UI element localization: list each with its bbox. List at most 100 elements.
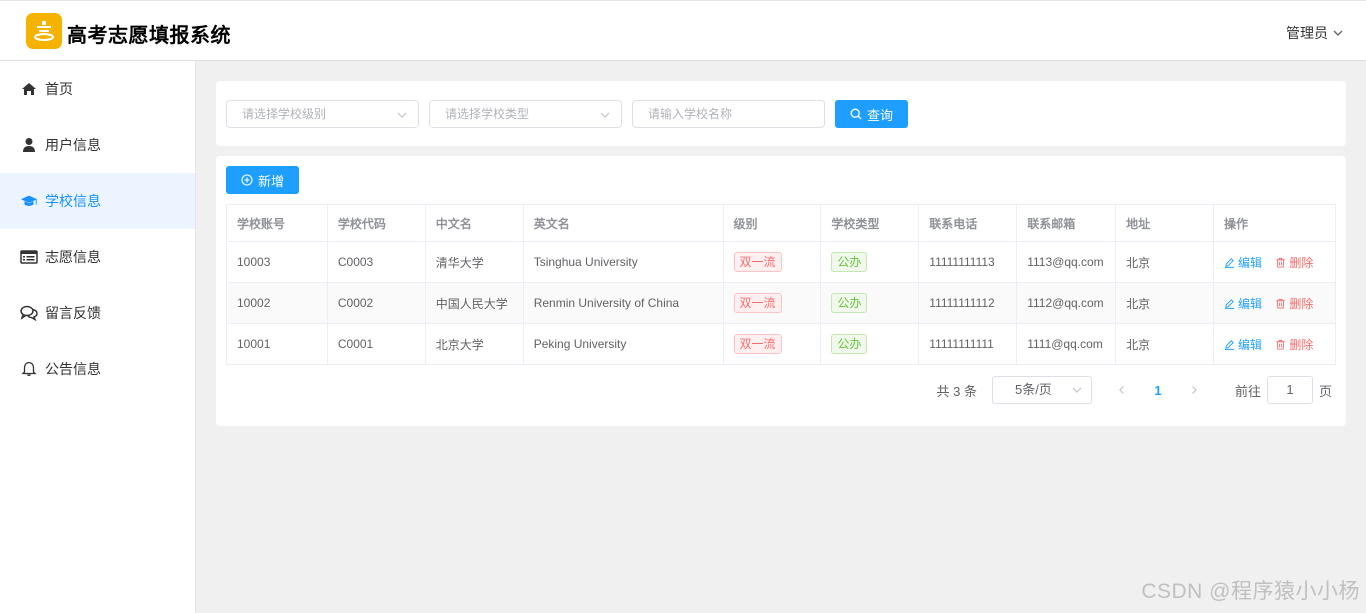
logo-icon	[34, 21, 54, 41]
column-header: 操作	[1212, 204, 1337, 242]
search-icon	[850, 108, 862, 120]
cell-type: 公办	[820, 323, 920, 365]
table-row: 10003 C0003 清华大学 Tsinghua University 双一流…	[226, 241, 1337, 283]
table-row: 10001 C0001 北京大学 Peking University 双一流 公…	[226, 323, 1337, 365]
column-header: 地址	[1115, 204, 1214, 242]
user-menu[interactable]: 管理员	[1286, 23, 1344, 43]
edit-label: 编辑	[1237, 296, 1262, 311]
page-size-value: 5条/页	[1014, 382, 1052, 397]
sidebar-item-home[interactable]: 首页	[0, 61, 195, 117]
edit-icon	[1224, 339, 1235, 350]
edit-label: 编辑	[1237, 255, 1262, 270]
add-button[interactable]: 新增	[226, 166, 299, 194]
app-title: 高考志愿填报系统	[67, 25, 231, 47]
trash-icon	[1276, 339, 1285, 350]
column-header: 级别	[722, 204, 822, 242]
cell-type: 公办	[820, 241, 920, 283]
plus-circle-icon	[241, 174, 253, 186]
edit-button[interactable]: 编辑	[1224, 336, 1262, 353]
cell-cn-name: 清华大学	[424, 241, 524, 283]
cell-en-name: Renmin University of China	[522, 282, 724, 324]
page-number-current[interactable]: 1	[1143, 383, 1173, 398]
search-button[interactable]: 查询	[835, 100, 908, 128]
user-icon	[20, 136, 38, 154]
select-placeholder: 请选择学校类型	[445, 107, 530, 121]
sidebar-item-feedback[interactable]: 留言反馈	[0, 285, 195, 341]
delete-label: 删除	[1289, 255, 1314, 270]
goto-prefix: 前往	[1234, 383, 1261, 399]
cell-email: 1111@qq.com	[1016, 323, 1117, 365]
cell-code: C0001	[326, 323, 426, 365]
sidebar-item-label: 志愿信息	[45, 249, 101, 265]
cell-cn-name: 北京大学	[424, 323, 524, 365]
cell-level: 双一流	[722, 241, 822, 283]
sidebar-item-schools[interactable]: 学校信息	[0, 173, 195, 229]
cell-actions: 编辑 删除	[1212, 323, 1337, 365]
column-header: 学校类型	[820, 204, 920, 242]
school-type-select[interactable]: 请选择学校类型	[429, 100, 622, 128]
user-name: 管理员	[1286, 25, 1328, 41]
pagination: 共 3 条 5条/页 1 前往 1 页	[936, 376, 1332, 404]
type-tag: 公办	[831, 293, 868, 313]
add-button-label: 新增	[257, 173, 284, 189]
cell-actions: 编辑 删除	[1212, 241, 1337, 283]
graduation-cap-icon	[20, 192, 38, 210]
school-name-input[interactable]: 请输入学校名称	[632, 100, 825, 128]
cell-address: 北京	[1115, 241, 1214, 283]
table-header-row: 学校账号 学校代码 中文名 英文名 级别 学校类型 联系电话 联系邮箱 地址 操…	[226, 204, 1337, 242]
level-tag: 双一流	[733, 293, 782, 313]
cell-code: C0003	[326, 241, 426, 283]
sidebar-item-label: 学校信息	[45, 193, 101, 209]
trash-icon	[1276, 257, 1285, 268]
column-header: 学校代码	[326, 204, 426, 242]
chevron-left-icon	[1119, 386, 1124, 394]
cell-address: 北京	[1115, 282, 1214, 324]
page-size-select[interactable]: 5条/页	[991, 376, 1092, 404]
chevron-down-icon	[600, 112, 610, 118]
chevron-down-icon	[397, 112, 407, 118]
chevron-right-icon	[1192, 386, 1197, 394]
sidebar-item-notices[interactable]: 公告信息	[0, 341, 195, 397]
edit-button[interactable]: 编辑	[1224, 295, 1262, 312]
goto-page-input[interactable]: 1	[1266, 376, 1313, 404]
table-row: 10002 C0002 中国人民大学 Renmin University of …	[226, 282, 1337, 324]
chevron-down-icon	[1072, 387, 1082, 393]
chevron-down-icon	[1333, 30, 1343, 36]
delete-button[interactable]: 删除	[1275, 254, 1313, 271]
watermark: CSDN @程序猿小小杨	[1141, 580, 1360, 603]
cell-email: 1112@qq.com	[1016, 282, 1117, 324]
cell-account: 10001	[226, 323, 328, 365]
column-header: 英文名	[522, 204, 724, 242]
cell-en-name: Tsinghua University	[522, 241, 724, 283]
column-header: 中文名	[424, 204, 524, 242]
cell-level: 双一流	[722, 323, 822, 365]
cell-phone: 11111111111	[918, 323, 1018, 365]
sidebar-item-users[interactable]: 用户信息	[0, 117, 195, 173]
column-header: 联系邮箱	[1016, 204, 1117, 242]
sidebar-item-volunteers[interactable]: 志愿信息	[0, 229, 195, 285]
prev-page-button[interactable]	[1107, 382, 1137, 398]
delete-button[interactable]: 删除	[1275, 295, 1313, 312]
sidebar-item-label: 留言反馈	[45, 305, 101, 321]
cell-phone: 11111111112	[918, 282, 1018, 324]
schools-table: 学校账号 学校代码 中文名 英文名 级别 学校类型 联系电话 联系邮箱 地址 操…	[226, 204, 1337, 365]
bell-icon	[20, 360, 38, 378]
delete-button[interactable]: 删除	[1275, 336, 1313, 353]
cell-account: 10002	[226, 282, 328, 324]
edit-button[interactable]: 编辑	[1224, 254, 1262, 271]
column-header: 联系电话	[918, 204, 1018, 242]
chat-icon	[20, 304, 38, 322]
next-page-button[interactable]	[1179, 382, 1209, 398]
type-tag: 公办	[831, 252, 868, 272]
school-level-select[interactable]: 请选择学校级别	[226, 100, 419, 128]
level-tag: 双一流	[733, 252, 782, 272]
column-header: 学校账号	[226, 204, 328, 242]
sidebar: 首页 用户信息 学校信息 志愿信息 留言反馈 公告信息	[0, 61, 196, 613]
edit-label: 编辑	[1237, 337, 1262, 352]
cell-level: 双一流	[722, 282, 822, 324]
pagination-total: 共 3 条	[936, 383, 977, 399]
trash-icon	[1276, 298, 1285, 309]
delete-label: 删除	[1289, 296, 1314, 311]
cell-email: 1113@qq.com	[1016, 241, 1117, 283]
search-button-label: 查询	[866, 107, 893, 123]
